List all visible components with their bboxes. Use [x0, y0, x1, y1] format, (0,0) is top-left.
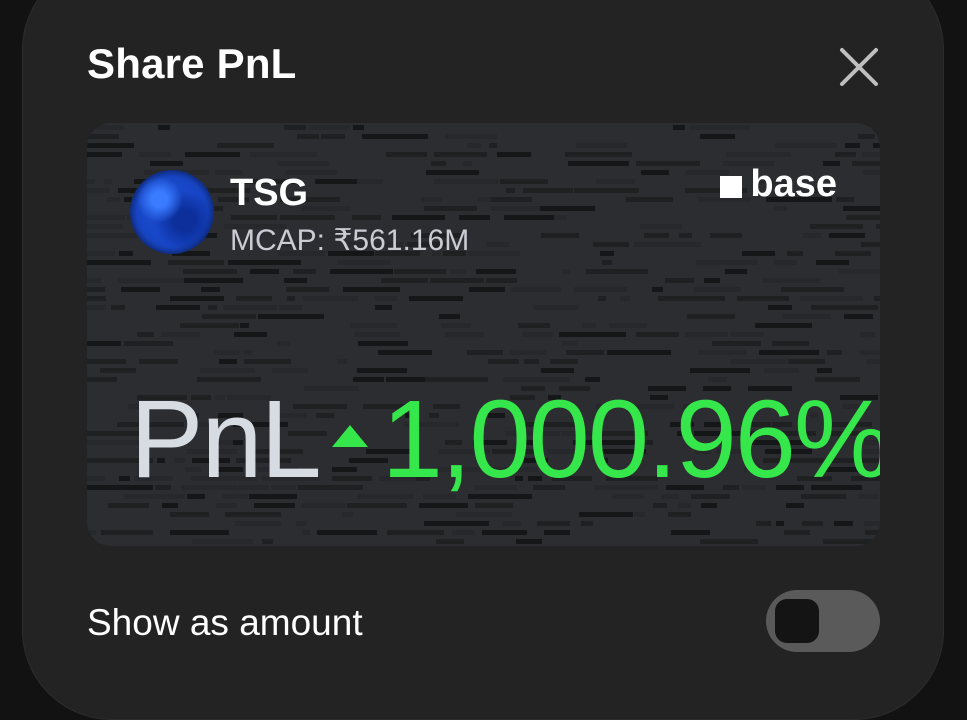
pnl-share-card: TSG MCAP: ₹561.16M base PnL 1,000.96% [87, 123, 880, 546]
show-as-amount-label: Show as amount [87, 602, 363, 643]
token-ticker: TSG [230, 172, 309, 214]
brand-logo: base [720, 163, 837, 206]
pnl-row: PnL 1,000.96% [130, 385, 880, 495]
token-logo [130, 170, 214, 254]
arrow-up-icon [331, 425, 368, 447]
show-as-amount-toggle[interactable] [766, 590, 880, 652]
brand-label: base [750, 163, 837, 205]
token-mcap: MCAP: ₹561.16M [230, 224, 470, 257]
toggle-knob [775, 599, 819, 643]
close-button[interactable] [838, 46, 880, 88]
pnl-label: PnL [130, 378, 322, 501]
square-icon [720, 175, 743, 198]
pnl-value: 1,000.96% [381, 378, 880, 501]
dialog-title: Share PnL [87, 40, 297, 87]
close-icon [840, 48, 878, 86]
